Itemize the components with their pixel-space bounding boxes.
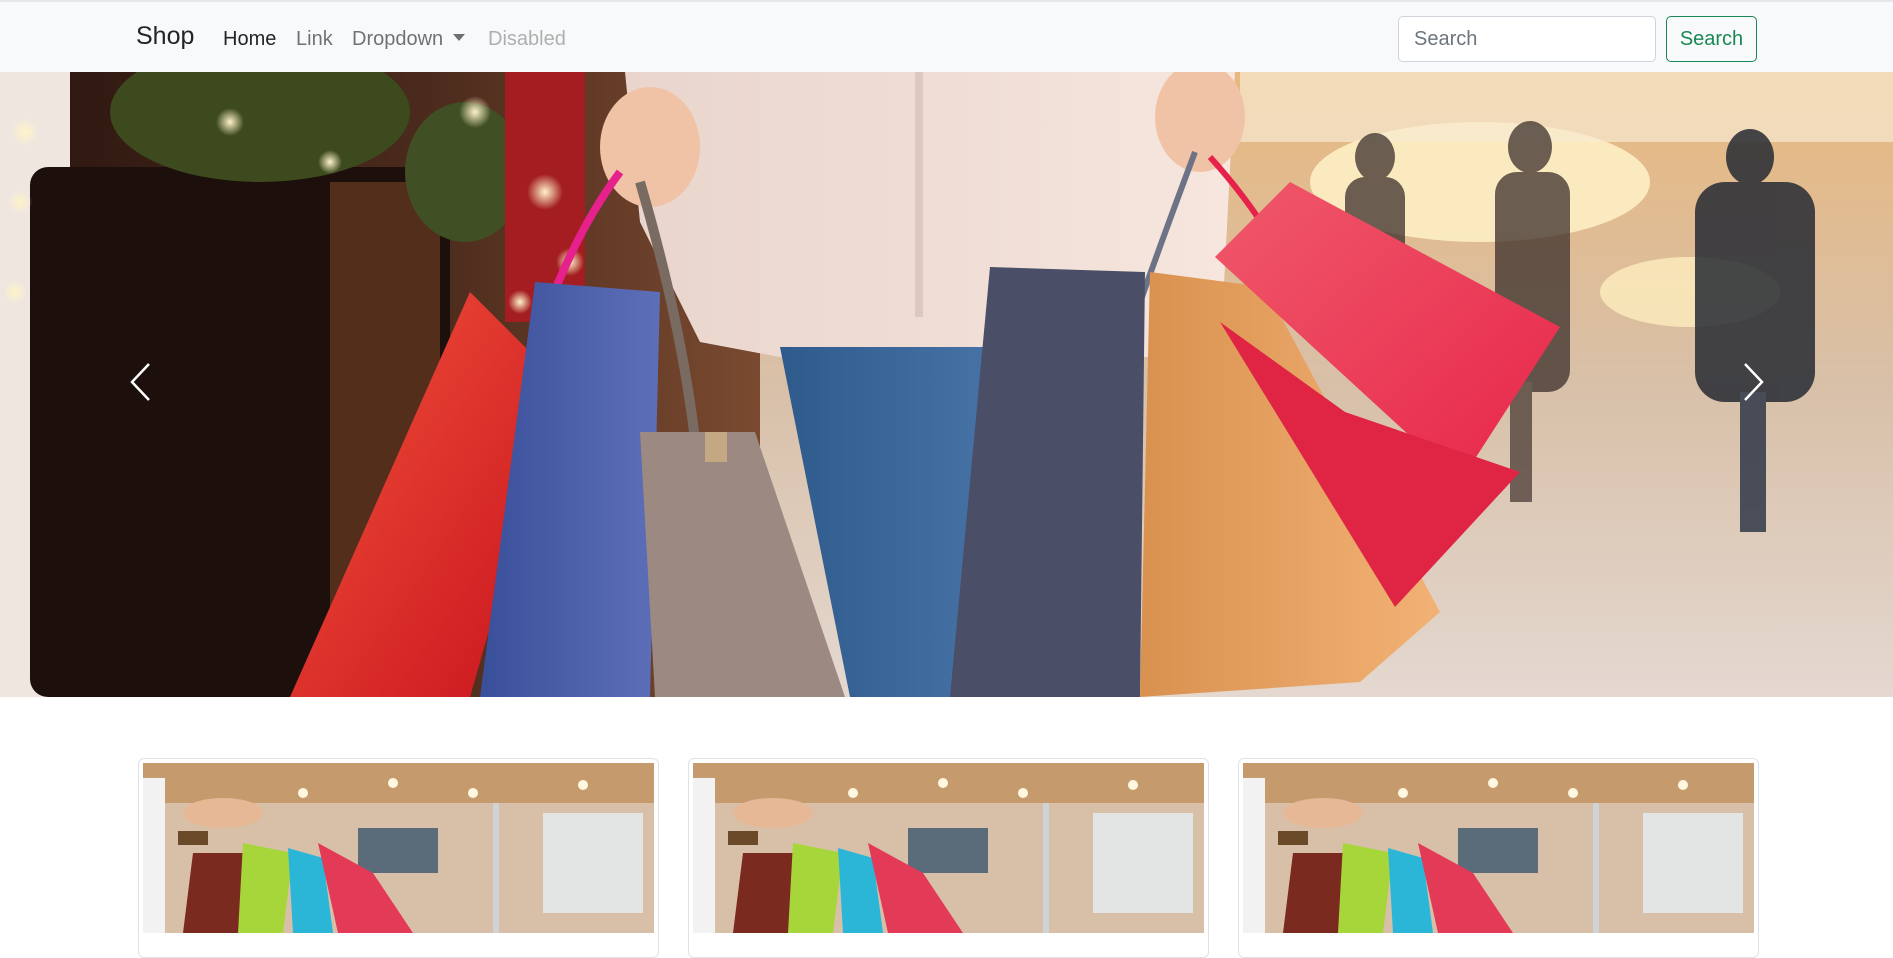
nav-link-home[interactable]: Home	[223, 28, 276, 51]
carousel-prev-button[interactable]	[110, 322, 170, 442]
search-button[interactable]: Search	[1666, 16, 1757, 62]
search-input[interactable]	[1398, 16, 1656, 62]
nav-link-disabled: Disabled	[488, 28, 566, 50]
navbar: Shop Home Link Dropdown Disabled Search	[0, 0, 1893, 72]
card-image	[143, 763, 654, 933]
dropdown-label: Dropdown	[352, 28, 444, 50]
chevron-right-icon	[1744, 363, 1764, 401]
product-card	[138, 758, 659, 958]
card-image	[693, 763, 1204, 933]
hero-shopping-image	[0, 72, 1893, 697]
nav-link-dropdown[interactable]: Dropdown	[352, 28, 466, 51]
navbar-brand[interactable]: Shop	[136, 22, 194, 51]
card-image	[1243, 763, 1754, 933]
nav-link-link[interactable]: Link	[296, 28, 333, 51]
caret-down-icon	[453, 34, 466, 41]
hero-carousel	[0, 72, 1893, 697]
product-card	[688, 758, 1209, 958]
chevron-left-icon	[130, 363, 150, 401]
carousel-next-button[interactable]	[1724, 322, 1784, 442]
product-card	[1238, 758, 1759, 958]
